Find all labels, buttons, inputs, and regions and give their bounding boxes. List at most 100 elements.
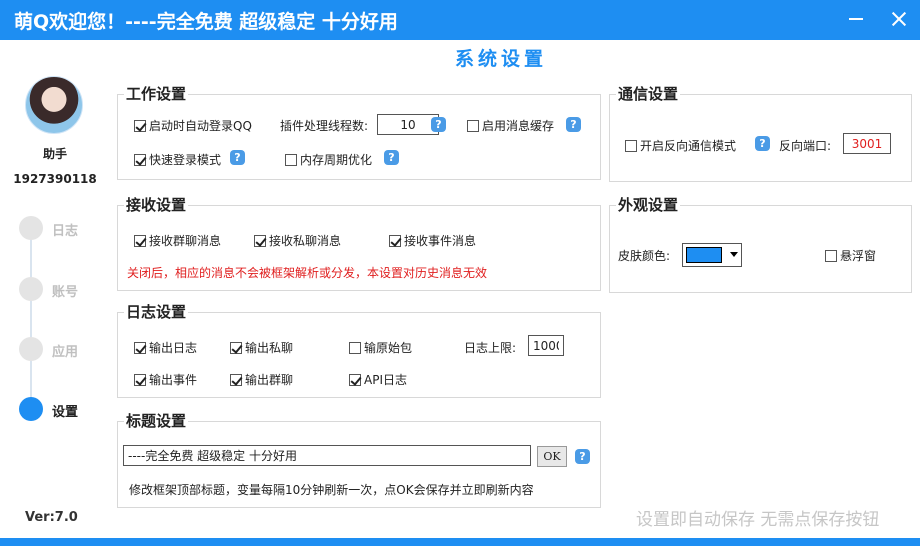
checkbox-box: [389, 234, 401, 247]
fast-login-checkbox[interactable]: 快速登录模式: [134, 151, 221, 168]
checkbox-box: [134, 341, 146, 354]
sidebar: 助手 1927390118 日志 账号 应用 设置 Ver:7.0: [0, 40, 110, 538]
checkbox-label: 接收群聊消息: [149, 234, 222, 248]
skin-color-select[interactable]: [682, 243, 742, 267]
log-settings-group: 日志设置 输出日志 输出私聊 输原始包 日志上限: 输出事件 输出群聊 API日…: [117, 301, 601, 398]
nav-dot-icon: [19, 337, 43, 361]
work-settings-group: 工作设置 启动时自动登录QQ 插件处理线程数: ? 启用消息缓存 ? 快速登录模…: [117, 83, 601, 180]
checkbox-box: [134, 119, 146, 132]
checkbox-box: [230, 341, 242, 354]
api-log-checkbox[interactable]: API日志: [349, 371, 407, 388]
help-icon[interactable]: ?: [566, 117, 581, 132]
out-private-checkbox[interactable]: 输出私聊: [230, 339, 293, 356]
group-title: 工作设置: [124, 83, 189, 104]
recv-private-checkbox[interactable]: 接收私聊消息: [254, 232, 341, 249]
nav-label: 应用: [52, 345, 79, 360]
nav-label: 账号: [52, 285, 79, 300]
minimize-icon[interactable]: [846, 8, 868, 30]
nav-dot-icon: [19, 216, 43, 240]
checkbox-box: [134, 153, 146, 166]
ok-button[interactable]: OK: [537, 446, 567, 467]
reverse-port-input[interactable]: [843, 133, 891, 154]
avatar[interactable]: [25, 76, 83, 134]
nav-item-account[interactable]: 账号: [18, 277, 108, 303]
checkbox-box: [467, 119, 479, 132]
recv-group-checkbox[interactable]: 接收群聊消息: [134, 232, 221, 249]
checkbox-label: 启动时自动登录QQ: [149, 119, 252, 133]
close-icon[interactable]: [888, 8, 910, 30]
checkbox-label: API日志: [364, 373, 407, 387]
checkbox-box: [285, 153, 297, 166]
checkbox-box: [625, 139, 637, 152]
dropdown-arrow-icon: [730, 252, 738, 257]
bottom-bar: [0, 538, 920, 546]
nav-item-apps[interactable]: 应用: [18, 337, 108, 363]
help-icon[interactable]: ?: [230, 150, 245, 165]
checkbox-box: [254, 234, 266, 247]
help-icon[interactable]: ?: [384, 150, 399, 165]
nav-item-settings[interactable]: 设置: [18, 397, 108, 423]
group-title: 通信设置: [616, 83, 681, 104]
mem-opt-checkbox[interactable]: 内存周期优化: [285, 151, 372, 168]
help-icon[interactable]: ?: [755, 136, 770, 151]
title-bar: 萌Q欢迎您！----完全免费 超级稳定 十分好用: [0, 0, 920, 40]
receive-settings-group: 接收设置 接收群聊消息 接收私聊消息 接收事件消息 关闭后，相应的消息不会被框架…: [117, 194, 601, 291]
checkbox-box: [230, 373, 242, 386]
threads-input[interactable]: [377, 114, 439, 135]
comm-settings-group: 通信设置 开启反向通信模式 ? 反向端口:: [609, 83, 912, 182]
checkbox-box: [134, 234, 146, 247]
out-event-checkbox[interactable]: 输出事件: [134, 371, 197, 388]
user-name: 助手: [42, 147, 67, 161]
float-window-checkbox[interactable]: 悬浮窗: [825, 247, 876, 264]
msg-cache-checkbox[interactable]: 启用消息缓存: [467, 117, 554, 134]
nav-label: 日志: [52, 224, 79, 239]
autosave-note: 设置即自动保存 无需点保存按钮: [636, 510, 880, 530]
skin-color-label: 皮肤颜色:: [618, 249, 671, 263]
log-limit-label: 日志上限:: [464, 341, 517, 355]
help-icon[interactable]: ?: [431, 117, 446, 132]
group-title: 接收设置: [124, 194, 189, 215]
checkbox-label: 输出事件: [149, 373, 198, 387]
help-icon[interactable]: ?: [575, 449, 590, 464]
user-qq: 1927390118: [13, 172, 97, 186]
title-note: 修改框架顶部标题，变量每隔10分钟刷新一次，点OK会保存并立即刷新内容: [129, 483, 534, 497]
appearance-settings-group: 外观设置 皮肤颜色: 悬浮窗: [609, 194, 912, 293]
checkbox-label: 开启反向通信模式: [640, 139, 737, 153]
threads-label: 插件处理线程数:: [280, 119, 369, 133]
group-title: 标题设置: [124, 410, 189, 431]
recv-event-checkbox[interactable]: 接收事件消息: [389, 232, 476, 249]
checkbox-label: 悬浮窗: [840, 249, 877, 263]
checkbox-label: 快速登录模式: [149, 153, 222, 167]
nav-dot-icon: [19, 277, 43, 301]
receive-note: 关闭后，相应的消息不会被框架解析或分发，本设置对历史消息无效: [127, 266, 488, 280]
nav-dot-icon: [19, 397, 43, 421]
out-log-checkbox[interactable]: 输出日志: [134, 339, 197, 356]
title-settings-group: 标题设置 OK ? 修改框架顶部标题，变量每隔10分钟刷新一次，点OK会保存并立…: [117, 410, 601, 508]
checkbox-box: [349, 373, 361, 386]
checkbox-label: 接收事件消息: [404, 234, 477, 248]
nav-timeline: [30, 230, 32, 410]
checkbox-label: 输出私聊: [245, 341, 294, 355]
page-title: 系统设置: [455, 48, 548, 70]
checkbox-label: 输原始包: [364, 341, 413, 355]
color-swatch: [686, 247, 722, 263]
window-title: 萌Q欢迎您！----完全免费 超级稳定 十分好用: [14, 11, 398, 33]
auto-login-checkbox[interactable]: 启动时自动登录QQ: [134, 117, 252, 134]
checkbox-label: 输出日志: [149, 341, 198, 355]
nav-item-log[interactable]: 日志: [18, 216, 108, 242]
nav-label: 设置: [52, 405, 79, 420]
title-input[interactable]: [123, 445, 531, 466]
checkbox-box: [349, 341, 361, 354]
group-title: 外观设置: [616, 194, 681, 215]
log-limit-input[interactable]: [528, 335, 564, 356]
checkbox-label: 接收私聊消息: [269, 234, 342, 248]
checkbox-label: 内存周期优化: [300, 153, 373, 167]
checkbox-box: [825, 249, 837, 262]
checkbox-label: 输出群聊: [245, 373, 294, 387]
reverse-comm-checkbox[interactable]: 开启反向通信模式: [625, 137, 736, 154]
checkbox-box: [134, 373, 146, 386]
out-group-checkbox[interactable]: 输出群聊: [230, 371, 293, 388]
out-raw-checkbox[interactable]: 输原始包: [349, 339, 412, 356]
checkbox-label: 启用消息缓存: [482, 119, 555, 133]
version-label: Ver:7.0: [25, 510, 78, 525]
